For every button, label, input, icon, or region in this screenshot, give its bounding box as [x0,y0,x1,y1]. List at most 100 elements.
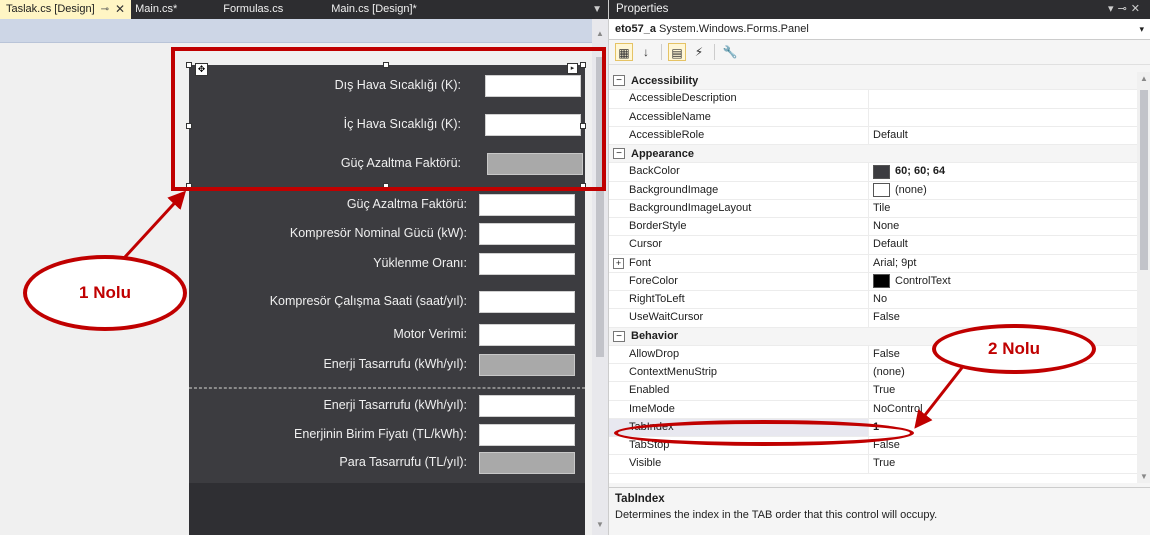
scroll-up-icon[interactable]: ▲ [596,29,604,38]
object-type: System.Windows.Forms.Panel [659,23,809,35]
scroll-up-icon[interactable]: ▲ [1140,74,1148,83]
object-name: eto57_a [615,23,656,35]
field-label: Motor Verimi: [393,327,467,341]
property-row[interactable]: AccessibleDescription [609,90,1137,109]
events-icon[interactable]: ⚡ [690,43,708,61]
categorized-icon[interactable]: ▦ [615,43,633,61]
property-value[interactable]: None [869,218,1137,235]
property-value[interactable]: True [869,455,1137,472]
toolbar-separator [714,44,715,60]
collapse-icon[interactable]: − [613,148,625,160]
property-name: ImeMode [609,400,869,418]
property-value[interactable]: Default [869,127,1137,144]
description-panel: TabIndex Determines the index in the TAB… [609,487,1150,535]
toolbar-separator [661,44,662,60]
property-row[interactable]: ImeMode NoControl [609,400,1137,419]
property-grid-scrollbar[interactable]: ▲ ▼ [1137,72,1150,483]
property-value[interactable]: 60; 60; 64 [869,163,1137,180]
tab-formulas-cs[interactable]: Formulas.cs [215,0,323,19]
text-input[interactable] [479,194,575,216]
property-name: BackgroundImageLayout [609,199,869,217]
object-selector[interactable]: eto57_a System.Windows.Forms.Panel ▾ [609,19,1150,40]
expand-icon[interactable]: + [613,257,624,269]
collapse-icon[interactable]: − [613,75,625,87]
property-value[interactable]: NoControl [869,401,1137,418]
properties-icon[interactable]: ▤ [668,43,686,61]
property-value[interactable] [869,109,1137,126]
tab-label: Taslak.cs [Design] [6,3,95,15]
pin-icon[interactable]: ⊸ [101,0,109,19]
property-name: AccessibleName [609,108,869,126]
property-name: RightToLeft [609,291,869,309]
property-row[interactable]: RightToLeft No [609,291,1137,310]
collapse-icon[interactable]: − [613,330,625,342]
field-label: Yüklenme Oranı: [373,256,467,270]
property-value[interactable] [869,90,1137,107]
annotation-oval [614,420,914,446]
property-value[interactable]: Arial; 9pt [869,255,1137,272]
tab-taslak-design[interactable]: Taslak.cs [Design] ⊸ ✕ [0,0,132,19]
dropdown-icon[interactable]: ▾ [1108,3,1118,15]
category-accessibility[interactable]: − Accessibility [609,72,1137,91]
form-row: Motor Verimi: [189,324,585,346]
category-appearance[interactable]: − Appearance [609,145,1137,164]
property-name: Enabled [609,382,869,400]
scroll-down-icon[interactable]: ▼ [1140,472,1148,481]
text-input[interactable] [479,253,575,275]
panel-calculation: Güç Azaltma Faktörü: Kompresör Nominal G… [189,187,585,383]
property-row[interactable]: BackColor 60; 60; 64 [609,163,1137,182]
property-name: Cursor [609,236,869,254]
property-row[interactable]: + Font Arial; 9pt [609,254,1137,273]
text-input[interactable] [479,223,575,245]
form-row: Güç Azaltma Faktörü: [189,194,585,216]
annotation-callout-2: 2 Nolu [932,324,1096,374]
property-row[interactable]: Visible True [609,455,1137,474]
property-row[interactable]: BackgroundImageLayout Tile [609,199,1137,218]
form-row: Kompresör Nominal Gücü (kW): [189,223,585,245]
text-input[interactable] [479,424,575,446]
annotation-callout-1: 1 Nolu [23,255,187,331]
alphabetical-icon[interactable]: ↓ [637,43,655,61]
text-input[interactable] [479,291,575,313]
text-input[interactable] [479,324,575,346]
property-row[interactable]: ForeColor ControlText [609,272,1137,291]
category-label: Accessibility [631,74,699,87]
property-name: BorderStyle [609,218,869,236]
property-row[interactable]: AccessibleName [609,108,1137,127]
form-row: Enerjinin Birim Fiyatı (TL/kWh): [189,424,585,446]
value-text: ControlText [895,274,951,287]
property-value[interactable]: ControlText [869,273,1137,290]
field-label: Güç Azaltma Faktörü: [346,197,467,211]
property-value[interactable]: (none) [869,182,1137,199]
close-icon[interactable]: ✕ [1131,3,1144,15]
property-row[interactable]: BackgroundImage (none) [609,181,1137,200]
property-value[interactable]: Default [869,236,1137,253]
scrollbar-thumb[interactable] [1140,90,1148,270]
category-label: Appearance [631,147,694,160]
form-row: Enerji Tasarrufu (kWh/yıl): [189,354,585,376]
tab-main-cs[interactable]: Main.cs* [131,0,215,19]
form-row: Yüklenme Oranı: [189,253,585,275]
property-row[interactable]: Cursor Default [609,236,1137,255]
property-value[interactable]: False [869,437,1137,454]
property-row[interactable]: Enabled True [609,382,1137,401]
description-text: Determines the index in the TAB order th… [615,509,938,521]
property-row[interactable]: UseWaitCursor False [609,309,1137,328]
chevron-down-icon[interactable]: ▾ [1139,19,1144,39]
field-label: Kompresör Nominal Gücü (kW): [289,226,467,240]
text-input[interactable] [479,395,575,417]
close-icon[interactable]: ✕ [115,0,125,19]
property-pages-icon[interactable]: 🔧 [721,43,739,61]
field-label: Enerjinin Birim Fiyatı (TL/kWh): [294,427,467,441]
color-swatch [873,164,890,179]
panel-savings: Enerji Tasarrufu (kWh/yıl): Enerjinin Bi… [189,388,585,483]
property-value[interactable]: Tile [869,200,1137,217]
property-value[interactable]: No [869,291,1137,308]
tab-main-design[interactable]: Main.cs [Design]* [323,0,425,19]
property-row[interactable]: AccessibleRole Default [609,126,1137,145]
tab-dropdown-icon[interactable]: ▼ [592,0,602,19]
pin-icon[interactable]: ⊸ [1118,3,1131,15]
property-value[interactable]: True [869,382,1137,399]
scroll-down-icon[interactable]: ▼ [596,520,604,529]
property-row[interactable]: BorderStyle None [609,218,1137,237]
